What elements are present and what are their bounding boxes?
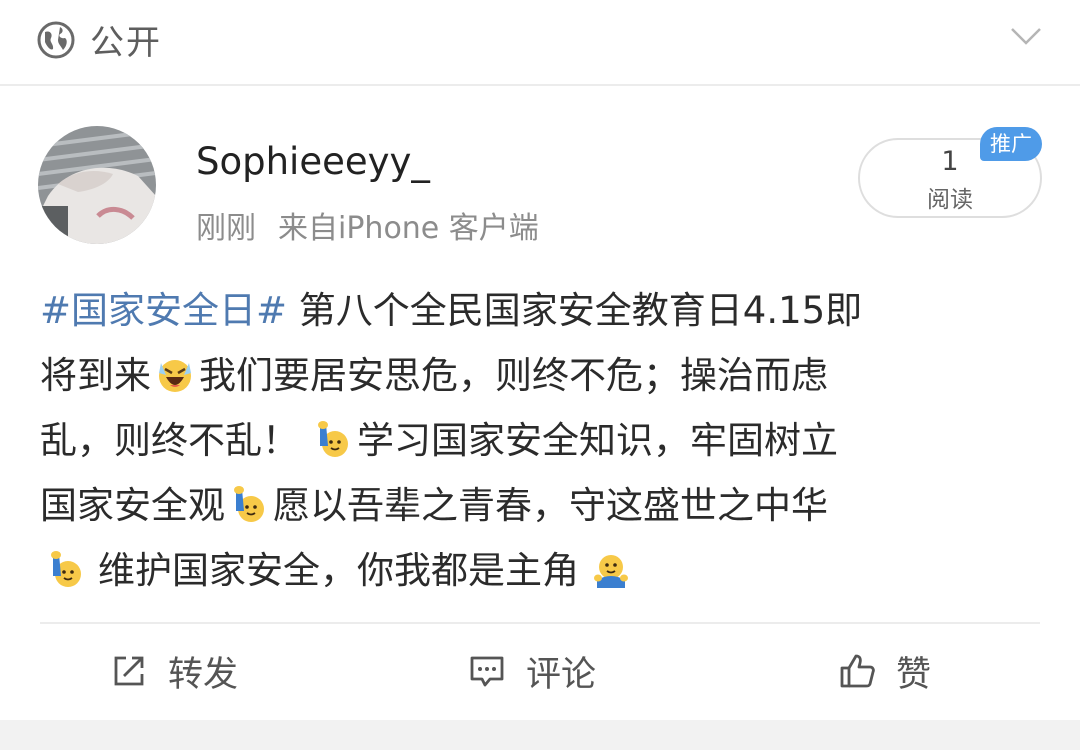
post-text: 将到来 bbox=[40, 354, 151, 397]
promo-badge[interactable]: 推广 bbox=[980, 127, 1042, 161]
raising-hand-emoji bbox=[234, 486, 264, 522]
post-meta: 刚刚 来自iPhone 客户端 bbox=[196, 203, 539, 247]
top-divider bbox=[0, 84, 1080, 86]
post-time: 刚刚 bbox=[196, 211, 256, 246]
post-text: 国家安全观 bbox=[40, 484, 225, 527]
like-button[interactable]: 赞 bbox=[838, 648, 932, 695]
post-line-4: 国家安全观 愿以吾辈之青春，守这盛世之中华 bbox=[40, 473, 1050, 538]
chevron-down-icon[interactable] bbox=[1008, 22, 1044, 50]
post-line-3: 乱，则终不乱！ 学习国家安全知识，牢固树立 bbox=[40, 408, 1050, 473]
avatar-photo bbox=[38, 126, 156, 244]
post-text: 学习国家安全知识，牢固树立 bbox=[357, 419, 838, 462]
post-body: #国家安全日# 第八个全民国家安全教育日4.15即 将到来 我们要居安思危，则终… bbox=[40, 278, 1050, 603]
repost-icon bbox=[114, 656, 144, 686]
globe-icon bbox=[37, 21, 75, 59]
visibility-bar[interactable]: 公开 bbox=[0, 0, 1080, 84]
bottom-spacer bbox=[0, 720, 1080, 750]
raising-hand-emoji bbox=[51, 551, 81, 587]
post-line-2: 将到来 我们要居安思危，则终不危；操治而虑 bbox=[40, 343, 1050, 408]
post-text: 维护国家安全，你我都是主角 bbox=[98, 549, 579, 592]
post-text: 愿以吾辈之青春，守这盛世之中华 bbox=[273, 484, 828, 527]
repost-button[interactable]: 转发 bbox=[110, 648, 239, 695]
username[interactable]: Sophieeeyy_ bbox=[196, 140, 430, 183]
post-text: 第八个全民国家安全教育日4.15即 bbox=[287, 289, 863, 332]
comment-icon bbox=[470, 656, 504, 687]
post-line-5: 维护国家安全，你我都是主角 bbox=[40, 538, 1050, 603]
like-label: 赞 bbox=[896, 654, 932, 695]
avatar[interactable] bbox=[38, 126, 156, 244]
visibility-label: 公开 bbox=[90, 23, 162, 63]
thumbs-up-icon bbox=[840, 654, 875, 688]
comment-label: 评论 bbox=[526, 654, 597, 695]
repost-label: 转发 bbox=[168, 654, 239, 695]
hug-emoji bbox=[594, 555, 628, 588]
post-text: 乱，则终不乱！ bbox=[40, 419, 299, 462]
actions-divider bbox=[40, 622, 1040, 624]
hashtag-link[interactable]: #国家安全日# bbox=[40, 289, 287, 332]
read-label: 阅读 bbox=[927, 187, 973, 213]
post-line-1: #国家安全日# 第八个全民国家安全教育日4.15即 bbox=[40, 278, 1050, 343]
laughing-crying-emoji bbox=[159, 360, 191, 392]
comment-button[interactable]: 评论 bbox=[468, 648, 597, 695]
post-text: 我们要居安思危，则终不危；操治而虑 bbox=[199, 354, 828, 397]
post-source: 来自iPhone 客户端 bbox=[278, 211, 539, 246]
raising-hand-emoji bbox=[318, 421, 348, 457]
